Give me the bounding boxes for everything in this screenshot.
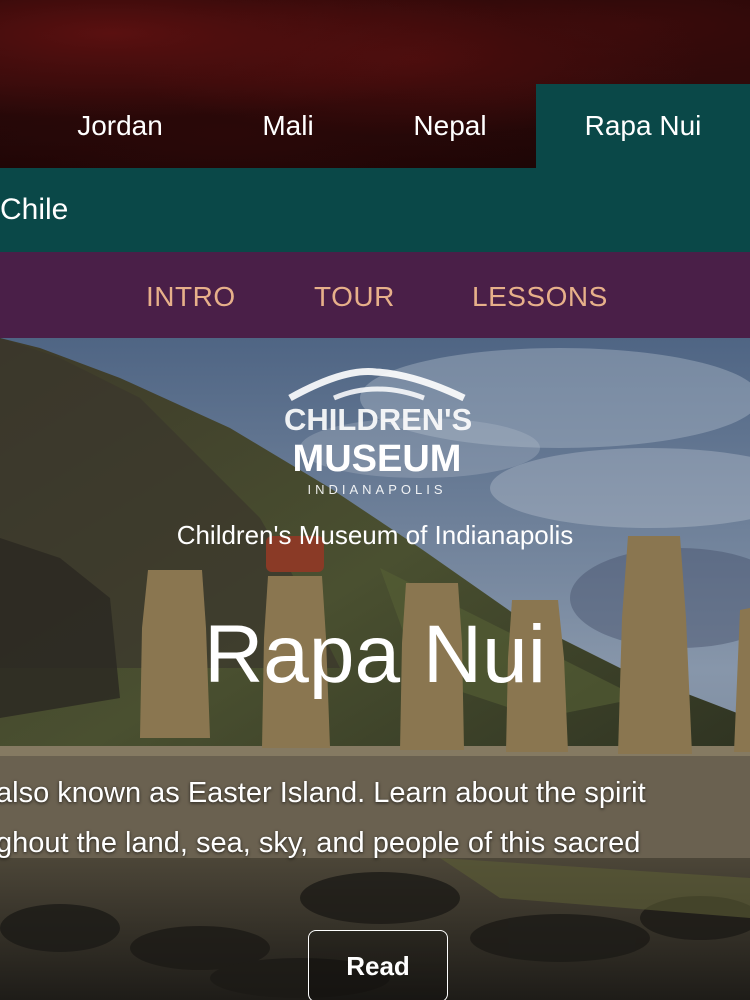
tab-rapa-nui[interactable]: Rapa Nui xyxy=(536,84,750,168)
organization-name: Children's Museum of Indianapolis xyxy=(176,520,574,550)
logo-arch-icon xyxy=(288,368,466,402)
hero-banner: CHILDREN'S MUSEUM INDIANAPOLIS Children'… xyxy=(0,338,750,1000)
country-tabs: Jordan Mali Nepal Rapa Nui xyxy=(0,84,750,168)
logo-text-indianapolis: INDIANAPOLIS xyxy=(307,482,447,497)
logo-text-museum: MUSEUM xyxy=(292,438,462,480)
hero-description-line: ghout the land, sea, sky, and people of … xyxy=(0,827,641,859)
nav-tour-link[interactable]: TOUR xyxy=(314,252,395,342)
hero-description-line: also known as Easter Island. Learn about… xyxy=(0,777,646,809)
logo-text-childrens: CHILDREN'S xyxy=(284,402,473,437)
country-label: Chile xyxy=(0,193,69,226)
hero-description: also known as Easter Island. Learn about… xyxy=(0,768,750,868)
section-nav: INTRO TOUR LESSONS xyxy=(0,252,750,338)
country-bar: Chile xyxy=(0,168,750,252)
childrens-museum-logo: CHILDREN'S MUSEUM INDIANAPOLIS xyxy=(284,358,474,497)
tab-nepal[interactable]: Nepal xyxy=(370,84,530,168)
read-button[interactable]: Read xyxy=(308,930,448,1000)
nav-intro-link[interactable]: INTRO xyxy=(146,252,236,342)
tab-jordan[interactable]: Jordan xyxy=(40,84,200,168)
nav-lessons-link[interactable]: LESSONS xyxy=(472,252,608,342)
tab-mali[interactable]: Mali xyxy=(218,84,358,168)
top-header: Jordan Mali Nepal Rapa Nui xyxy=(0,0,750,168)
hero-title: Rapa Nui xyxy=(204,609,546,700)
